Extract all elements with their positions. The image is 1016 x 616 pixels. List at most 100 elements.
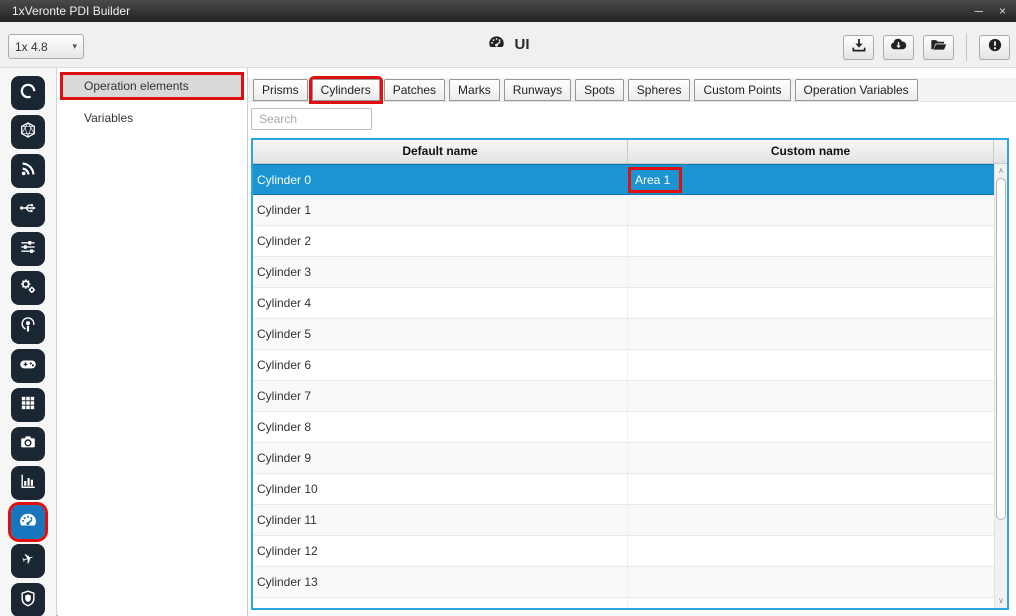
custom-name-cell [628,412,994,442]
tab-prisms[interactable]: Prisms [253,79,308,101]
default-name-cell: Cylinder 10 [253,474,628,504]
ring-icon [18,81,38,106]
sidebar-item-safety[interactable] [11,583,45,616]
close-button[interactable]: × [999,0,1006,22]
toolbar-buttons [834,33,1010,61]
tab-spheres[interactable]: Spheres [628,79,691,101]
tab-label: Prisms [262,83,299,97]
plane-icon: ✈ [18,549,38,574]
table-row[interactable]: Cylinder 10 [253,474,994,505]
nav-panel: Operation elements Variables [58,68,248,616]
table-row[interactable]: Cylinder 13 [253,567,994,598]
column-header-scroll-stub [994,140,1007,163]
usb-icon [18,198,38,223]
default-name-cell: Cylinder 4 [253,288,628,318]
vertical-scrollbar[interactable]: ∧ ∨ [994,164,1007,608]
table-row[interactable]: Cylinder 0 Area 1 [253,164,994,195]
nav-item-operation-elements[interactable]: Operation elements [63,75,241,97]
gears-icon [18,276,38,301]
search-input[interactable] [251,108,372,130]
table-row[interactable]: Cylinder 3 [253,257,994,288]
download-button[interactable] [843,35,874,60]
tab-runways[interactable]: Runways [504,79,571,101]
open-folder-button[interactable] [923,35,954,60]
sidebar-item-matrix[interactable] [11,388,45,422]
bar-chart-icon [18,471,38,496]
nav-item-variables[interactable]: Variables [63,107,241,129]
open-folder-icon [929,35,948,59]
tab-label: Cylinders [321,83,371,97]
default-name-cell: Cylinder 13 [253,567,628,597]
cloud-download-icon [889,35,908,59]
chevron-down-icon: ▾ [72,41,77,52]
tab-custom-points[interactable]: Custom Points [694,79,790,101]
custom-name-cell [628,567,994,597]
tab-patches[interactable]: Patches [384,79,445,101]
scrollbar-thumb[interactable] [996,178,1006,520]
default-name-cell: Cylinder 14 [253,598,628,608]
gauge-icon [487,32,507,56]
svg-text:✈: ✈ [20,550,36,569]
custom-name-cell [628,536,994,566]
tab-label: Operation Variables [804,83,909,97]
table-header: Default name Custom name [253,140,1007,164]
table-row[interactable]: Cylinder 11 [253,505,994,536]
table-row[interactable]: Cylinder 2 [253,226,994,257]
sidebar-item-plane[interactable]: ✈ [11,544,45,578]
sidebar-item-usb[interactable] [11,193,45,227]
sidebar-item-camera[interactable] [11,427,45,461]
tab-cylinders[interactable]: Cylinders [312,79,380,101]
table-row[interactable]: Cylinder 7 [253,381,994,412]
table-row[interactable]: Cylinder 4 [253,288,994,319]
table-row[interactable]: Cylinder 12 [253,536,994,567]
sidebar-item-stick[interactable] [11,349,45,383]
custom-name-cell [628,288,994,318]
sidebar-item-mesh[interactable] [11,115,45,149]
custom-name-cell: Area 1 [628,165,994,194]
sidebar-item-sliders[interactable] [11,232,45,266]
table-row[interactable]: Cylinder 6 [253,350,994,381]
sidebar-item-telemetry[interactable] [11,154,45,188]
tab-label: Custom Points [703,83,781,97]
info-button[interactable] [979,35,1010,60]
tab-marks[interactable]: Marks [449,79,500,101]
sidebar-item-statistics[interactable] [11,466,45,500]
scroll-up-icon[interactable]: ∧ [995,165,1007,177]
version-dropdown[interactable]: 1x 4.8 ▾ [8,34,84,59]
tab-operation-variables[interactable]: Operation Variables [795,79,918,101]
tab-label: Runways [513,83,562,97]
table-row[interactable]: Cylinder 1 [253,195,994,226]
info-icon [986,36,1004,59]
default-name-cell: Cylinder 1 [253,195,628,225]
custom-name-cell [628,598,994,608]
minimize-button[interactable]: ─ [974,0,983,22]
table-row[interactable]: Cylinder 5 [253,319,994,350]
table-row[interactable]: Cylinder 9 [253,443,994,474]
toolbar-separator [966,33,967,61]
table-row[interactable]: Cylinder 14 [253,598,994,608]
tab-label: Spheres [637,83,682,97]
elements-table: Default name Custom name Cylinder 0 Area… [251,138,1009,610]
tab-spots[interactable]: Spots [575,79,624,101]
column-header-custom-name[interactable]: Custom name [628,140,994,163]
custom-name-cell [628,474,994,504]
toolbar: 1x 4.8 ▾ UI [0,22,1016,68]
sidebar-item-ring[interactable] [11,76,45,110]
scroll-down-icon[interactable]: ∨ [995,595,1007,607]
tab-label: Marks [458,83,491,97]
custom-name-highlight: Area 1 [628,167,682,193]
mesh-sphere-icon [18,120,38,145]
default-name-cell: Cylinder 9 [253,443,628,473]
sidebar-item-podcast[interactable] [11,310,45,344]
custom-name-cell [628,195,994,225]
column-header-default-name[interactable]: Default name [253,140,628,163]
sidebar-item-ui[interactable] [11,505,45,539]
sidebar-item-automations[interactable] [11,271,45,305]
podcast-icon [18,315,38,340]
default-name-cell: Cylinder 3 [253,257,628,287]
cloud-download-button[interactable] [883,35,914,60]
table-row[interactable]: Cylinder 8 [253,412,994,443]
custom-name-cell [628,443,994,473]
custom-name-cell [628,257,994,287]
custom-name-cell [628,226,994,256]
